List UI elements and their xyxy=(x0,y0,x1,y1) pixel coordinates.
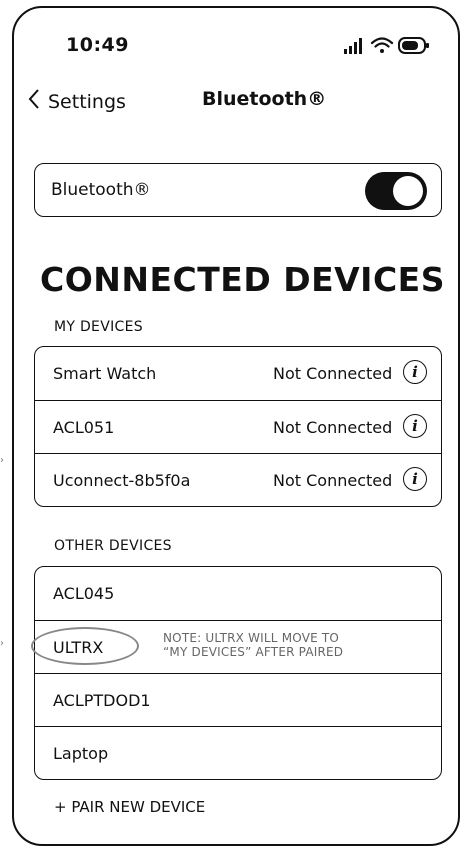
device-name: ACL051 xyxy=(53,417,115,437)
list-item[interactable]: ULTRX NOTE: ULTRX WILL MOVE TO “MY DEVIC… xyxy=(31,620,441,673)
wifi-icon xyxy=(370,37,394,53)
section-heading: CONNECTED DEVICES xyxy=(40,260,445,299)
other-devices-list: ACL045 ULTRX NOTE: ULTRX WILL MOVE TO “M… xyxy=(31,566,442,780)
list-item[interactable]: Laptop xyxy=(35,726,441,779)
battery-icon xyxy=(398,37,429,54)
device-status: Not Connected xyxy=(273,471,393,490)
info-icon[interactable]: i xyxy=(403,414,427,438)
list-item[interactable]: ACLPTDOD1 xyxy=(35,673,441,726)
pairing-note: NOTE: ULTRX WILL MOVE TO “MY DEVICES” AF… xyxy=(163,631,343,659)
bluetooth-label: Bluetooth® xyxy=(51,180,151,200)
pairing-note-line1: NOTE: ULTRX WILL MOVE TO xyxy=(163,631,340,645)
device-status: Not Connected xyxy=(273,364,393,383)
list-item[interactable]: Smart Watch Not Connected i xyxy=(35,347,441,400)
status-icons xyxy=(342,34,432,58)
bluetooth-toggle[interactable] xyxy=(365,172,427,210)
device-name: ULTRX xyxy=(53,637,104,657)
signal-icon xyxy=(344,38,362,54)
other-devices-header: OTHER DEVICES xyxy=(54,538,172,554)
chevron-left-icon xyxy=(28,88,40,115)
device-name: Uconnect-8b5f0a xyxy=(53,470,191,490)
list-item[interactable]: ACL045 xyxy=(35,567,441,620)
pair-new-device-button[interactable]: + PAIR NEW DEVICE xyxy=(54,798,205,816)
back-button[interactable]: Settings xyxy=(28,88,126,115)
device-status: Not Connected xyxy=(273,418,393,437)
list-item[interactable]: Uconnect-8b5f0a Not Connected i xyxy=(35,453,441,506)
device-name: Smart Watch xyxy=(53,364,157,383)
device-name: Laptop xyxy=(53,743,109,763)
info-icon[interactable]: i xyxy=(403,360,427,384)
back-label: Settings xyxy=(48,90,126,113)
my-devices-header: MY DEVICES xyxy=(54,319,143,335)
my-devices-list: Smart Watch Not Connected i ACL051 Not C… xyxy=(34,346,442,507)
margin-mark: › xyxy=(0,638,4,649)
phone-frame: 10:49 Settings Bluetooth® Bluetooth® CON… xyxy=(12,6,460,846)
pairing-note-line2: “MY DEVICES” AFTER PAIRED xyxy=(163,645,344,659)
device-name: ACL045 xyxy=(53,584,115,603)
page-title: Bluetooth® xyxy=(202,88,327,110)
info-icon[interactable]: i xyxy=(403,467,427,491)
device-name: ACLPTDOD1 xyxy=(53,690,151,710)
status-time: 10:49 xyxy=(66,34,129,56)
margin-mark: › xyxy=(0,455,4,466)
bluetooth-toggle-card: Bluetooth® xyxy=(34,163,442,217)
list-item[interactable]: ACL051 Not Connected i xyxy=(35,400,441,453)
